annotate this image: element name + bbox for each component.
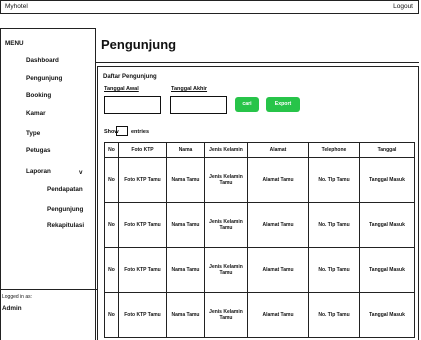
cell-tanggal: Tanggal Masuk — [359, 247, 415, 293]
cell-nama: Nama Tamu — [166, 247, 205, 293]
guest-table: No Foto KTP Nama Jenis Kelamin Alamat Te… — [104, 142, 415, 338]
cell-jenis-kelamin: Jenis Kelamin Tamu — [204, 292, 248, 338]
sidebar-subitem-pendapatan[interactable]: Pendapatan — [47, 186, 83, 193]
chevron-down-icon[interactable]: v — [79, 169, 83, 176]
cell-tanggal: Tanggal Masuk — [359, 157, 415, 203]
table-row[interactable]: No Foto KTP Tamu Nama Tamu Jenis Kelamin… — [104, 202, 415, 248]
cell-alamat: Alamat Tamu — [247, 247, 309, 293]
cell-no: No — [104, 157, 119, 203]
sidebar: MENU Dashboard Pengunjung Booking Kamar … — [0, 28, 97, 340]
table-row[interactable]: No Foto KTP Tamu Nama Tamu Jenis Kelamin… — [104, 292, 415, 338]
top-bar: Myhotel Logout — [0, 0, 419, 14]
entries-select[interactable] — [116, 126, 128, 136]
section-title: Daftar Pengunjung — [103, 74, 157, 80]
cell-jenis-kelamin: Jenis Kelamin Tamu — [204, 247, 248, 293]
start-date-label: Tanggal Awal — [104, 86, 139, 92]
cell-nama: Nama Tamu — [166, 202, 205, 248]
col-header-tanggal[interactable]: Tanggal — [359, 142, 415, 158]
table-row[interactable]: No Foto KTP Tamu Nama Tamu Jenis Kelamin… — [104, 247, 415, 293]
cell-telephone: No. Tlp Tamu — [308, 157, 360, 203]
cell-jenis-kelamin: Jenis Kelamin Tamu — [204, 202, 248, 248]
sidebar-item-kamar[interactable]: Kamar — [26, 110, 46, 117]
sidebar-subitem-pengunjung[interactable]: Pengunjung — [47, 206, 83, 213]
cell-foto-ktp: Foto KTP Tamu — [118, 292, 167, 338]
search-button[interactable]: cari — [235, 97, 259, 112]
cell-telephone: No. Tlp Tamu — [308, 247, 360, 293]
col-header-jenis-kelamin[interactable]: Jenis Kelamin — [204, 142, 248, 158]
logout-link[interactable]: Logout — [393, 1, 413, 13]
app-title: Myhotel — [5, 3, 28, 10]
sidebar-item-booking[interactable]: Booking — [26, 92, 51, 99]
cell-foto-ktp: Foto KTP Tamu — [118, 202, 167, 248]
cell-tanggal: Tanggal Masuk — [359, 292, 415, 338]
cell-foto-ktp: Foto KTP Tamu — [118, 157, 167, 203]
cell-tanggal: Tanggal Masuk — [359, 202, 415, 248]
end-date-label: Tanggal Akhir — [171, 86, 208, 92]
logged-in-user: Admin — [2, 305, 22, 312]
sidebar-subitem-rekapitulasi[interactable]: Rekapitulasi — [47, 222, 84, 229]
sidebar-divider — [1, 289, 97, 290]
cell-alamat: Alamat Tamu — [247, 292, 309, 338]
table-row[interactable]: No Foto KTP Tamu Nama Tamu Jenis Kelamin… — [104, 157, 415, 203]
sidebar-item-dashboard[interactable]: Dashboard — [26, 57, 59, 64]
menu-title: MENU — [5, 40, 24, 47]
cell-foto-ktp: Foto KTP Tamu — [118, 247, 167, 293]
entries-label: entries — [131, 129, 150, 135]
cell-no: No — [104, 247, 119, 293]
col-header-nama[interactable]: Nama — [166, 142, 205, 158]
cell-no: No — [104, 292, 119, 338]
col-header-alamat[interactable]: Alamat — [247, 142, 309, 158]
sidebar-item-type[interactable]: Type — [26, 130, 40, 137]
col-header-no[interactable]: No — [104, 142, 119, 158]
page-title: Pengunjung — [101, 37, 177, 52]
cell-telephone: No. Tlp Tamu — [308, 292, 360, 338]
export-button[interactable]: Export — [266, 97, 300, 112]
cell-nama: Nama Tamu — [166, 292, 205, 338]
header-divider — [96, 62, 419, 63]
cell-telephone: No. Tlp Tamu — [308, 202, 360, 248]
logged-in-label: Logged in as: — [2, 294, 33, 300]
end-date-input[interactable] — [170, 96, 227, 114]
cell-alamat: Alamat Tamu — [247, 157, 309, 203]
sidebar-item-petugas[interactable]: Petugas — [26, 147, 51, 154]
sidebar-item-laporan[interactable]: Laporan — [26, 168, 51, 175]
table-header-row: No Foto KTP Nama Jenis Kelamin Alamat Te… — [104, 142, 415, 158]
col-header-foto-ktp[interactable]: Foto KTP — [118, 142, 167, 158]
cell-alamat: Alamat Tamu — [247, 202, 309, 248]
start-date-input[interactable] — [104, 96, 161, 114]
sidebar-item-pengunjung[interactable]: Pengunjung — [26, 75, 62, 82]
cell-jenis-kelamin: Jenis Kelamin Tamu — [204, 157, 248, 203]
cell-nama: Nama Tamu — [166, 157, 205, 203]
col-header-telephone[interactable]: Telephone — [308, 142, 360, 158]
cell-no: No — [104, 202, 119, 248]
